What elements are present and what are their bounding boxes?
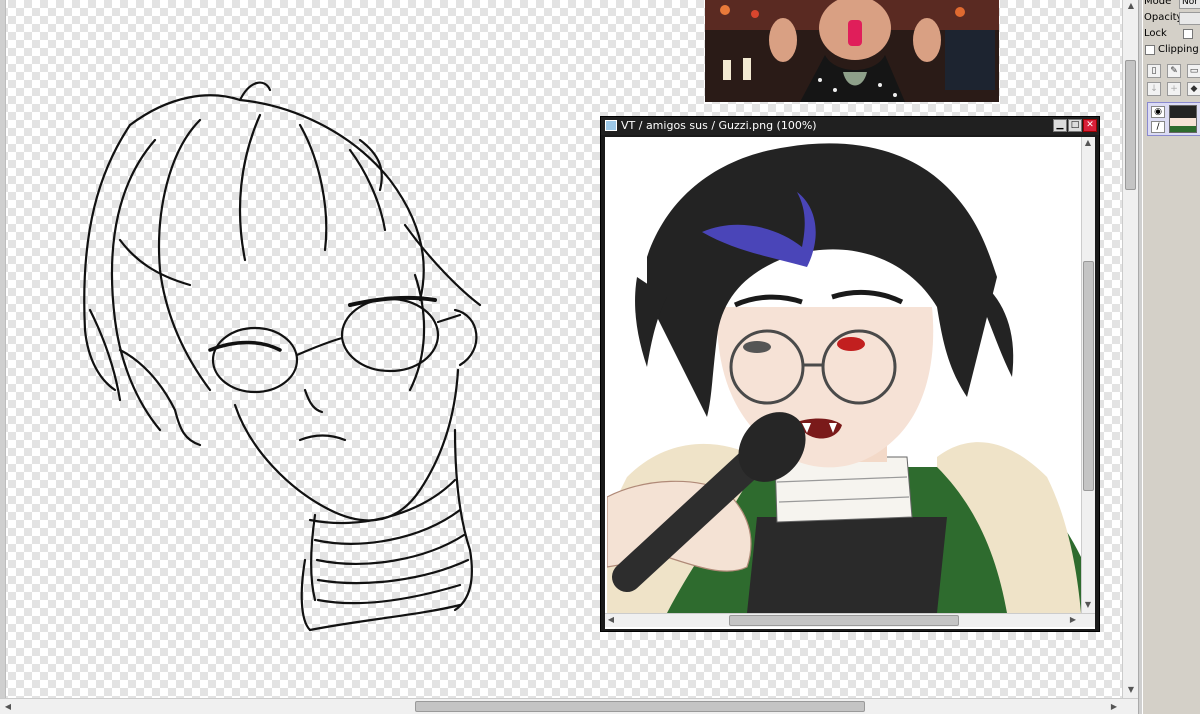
opacity-slider[interactable] [1179,12,1200,25]
clipping-checkbox[interactable] [1145,45,1155,55]
layer-panel: Mode Nor Opacity Lock Clipping G ▯ ✎ ▭ ↓… [1142,0,1200,714]
clipping-label: Clipping G [1158,44,1200,55]
subwindow-vertical-scrollbar[interactable]: ▲ ▼ [1081,137,1095,613]
main-horizontal-scrollbar[interactable]: ◀ ▶ [0,698,1138,714]
subwindow-title: VT / amigos sus / Guzzi.png (100%) [621,119,817,132]
subwindow-vscroll-thumb[interactable] [1083,261,1094,491]
subwindow-title-bar[interactable]: VT / amigos sus / Guzzi.png (100%) ▁ □ ✕ [601,117,1099,135]
main-scroll-left-arrow[interactable]: ◀ [2,701,14,713]
opacity-label: Opacity [1144,12,1183,23]
main-canvas[interactable]: VT / amigos sus / Guzzi.png (100%) ▁ □ ✕ [0,0,1122,698]
main-scroll-up-arrow[interactable]: ▲ [1125,0,1137,12]
scroll-right-arrow[interactable]: ▶ [1067,614,1079,626]
main-scroll-right-arrow[interactable]: ▶ [1108,701,1120,713]
line-art-sketch [83,81,482,632]
brush-icon[interactable]: / [1151,121,1165,133]
main-vertical-scrollbar[interactable]: ▲ ▼ [1122,0,1138,698]
eraser-icon[interactable]: ◆ [1187,82,1200,96]
maximize-button[interactable]: □ [1068,119,1082,132]
image-subwindow[interactable]: VT / amigos sus / Guzzi.png (100%) ▁ □ ✕ [600,116,1100,632]
webcam-overlay [705,0,999,102]
canvas-left-edge [0,0,6,698]
minimize-button[interactable]: ▁ [1053,119,1067,132]
folder-icon[interactable]: ▭ [1187,64,1200,78]
main-hscroll-thumb[interactable] [415,701,865,712]
lock-checkbox[interactable] [1183,29,1193,39]
character-illustration [607,143,1081,613]
subwindow-hscroll-thumb[interactable] [729,615,959,626]
close-button[interactable]: ✕ [1083,119,1097,132]
scroll-left-arrow[interactable]: ◀ [605,614,617,626]
lock-label: Lock [1144,28,1167,39]
merge-down-icon[interactable]: ↓ [1147,82,1161,96]
new-layer-icon[interactable]: ▯ [1147,64,1161,78]
eye-icon[interactable]: ◉ [1151,106,1165,118]
subwindow-horizontal-scrollbar[interactable]: ◀ ▶ [605,613,1095,627]
add-icon[interactable]: + [1167,82,1181,96]
layer-thumbnail [1169,105,1197,133]
layer-item[interactable]: ◉ / [1147,102,1200,136]
blend-mode-select[interactable]: Nor [1179,0,1200,9]
main-vscroll-thumb[interactable] [1125,60,1136,190]
subwindow-canvas[interactable]: ▲ ▼ ◀ ▶ [605,137,1095,629]
mode-label: Mode [1144,0,1172,7]
pen-layer-icon[interactable]: ✎ [1167,64,1181,78]
document-icon [605,120,617,131]
main-scroll-down-arrow[interactable]: ▼ [1125,684,1137,696]
scroll-up-arrow[interactable]: ▲ [1082,137,1094,149]
scroll-down-arrow[interactable]: ▼ [1082,599,1094,611]
